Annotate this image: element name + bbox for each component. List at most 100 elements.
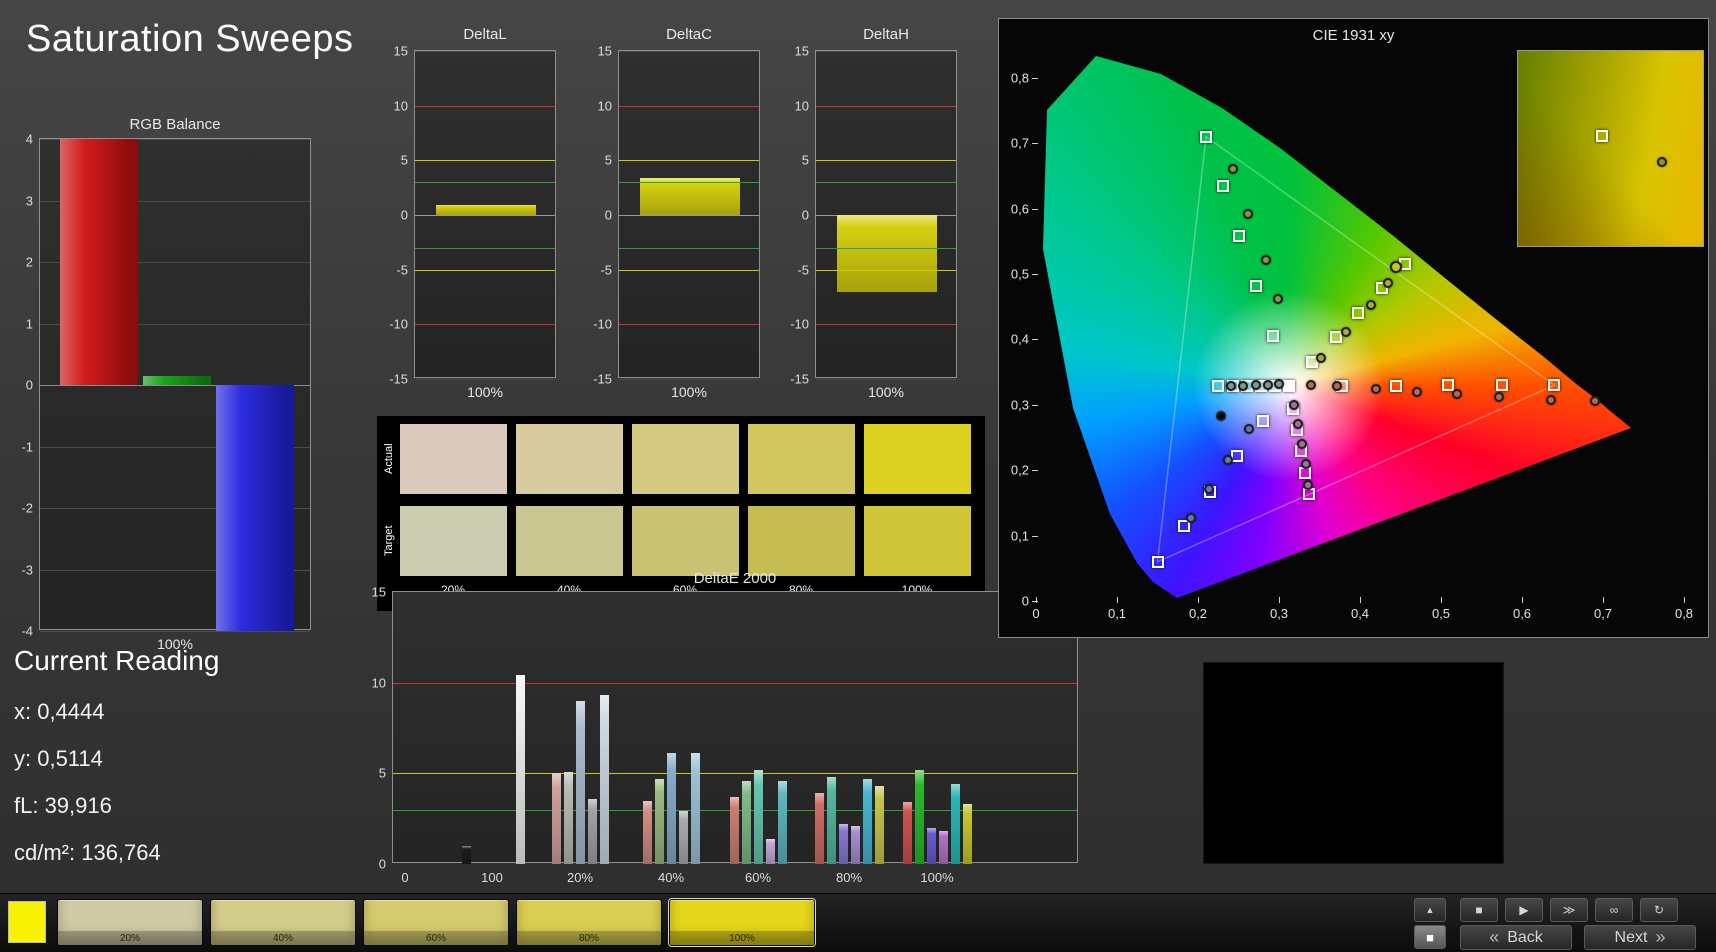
patch-button-40%[interactable]: 40%	[210, 899, 356, 946]
color-swatch	[864, 424, 971, 494]
target-marker	[1212, 380, 1224, 392]
y-tick-label: 15	[394, 45, 408, 58]
delta-e-bar	[730, 797, 739, 864]
target-marker	[1330, 331, 1342, 343]
chart-title: DeltaH	[815, 26, 957, 43]
x-axis-label: 100%	[618, 384, 760, 400]
pattern-window-button[interactable]: ■	[1414, 925, 1446, 949]
current-measurement-marker	[1390, 261, 1402, 273]
reading-fl-value: fL: 39,916	[14, 793, 219, 819]
chart-title: DeltaC	[618, 26, 760, 43]
patch-button-100%[interactable]: 100%	[669, 899, 815, 946]
y-tick-label: 5	[379, 767, 386, 780]
reading-x-value: x: 0,4444	[14, 699, 219, 725]
patch-button-60%[interactable]: 60%	[363, 899, 509, 946]
ref-line	[816, 248, 956, 249]
delta-e-plot: 051015010020%40%60%80%100%	[392, 591, 1078, 863]
y-tick-label: 0	[802, 209, 809, 222]
x-tick-label: 0	[401, 871, 408, 884]
gridline	[415, 379, 555, 380]
delta-e-bar	[915, 770, 924, 864]
scroll-up-button[interactable]: ▲	[1414, 898, 1446, 922]
next-button[interactable]: Next »	[1584, 925, 1696, 950]
gridline	[816, 379, 956, 380]
inset-measurement-marker	[1657, 157, 1667, 167]
y-tick-label: 15	[598, 45, 612, 58]
app-root: Saturation Sweeps RGB Balance 43210-1-2-…	[0, 0, 1716, 952]
color-swatch	[400, 506, 507, 576]
x-tick-label: 0	[1032, 607, 1039, 620]
delta-e-bar	[552, 773, 561, 864]
delta-e-bar	[588, 799, 597, 864]
ref-line	[816, 106, 956, 107]
rgb-bar-green	[143, 376, 211, 385]
ref-line	[619, 106, 759, 107]
color-swatch	[748, 506, 855, 576]
pattern-preview-panel	[1203, 662, 1504, 864]
color-swatch	[400, 424, 507, 494]
x-tick-label: 0,7	[1594, 607, 1612, 620]
delta-e-bar	[516, 675, 525, 864]
x-tick-label: 80%	[836, 871, 862, 884]
delta-c-plot: 151050-5-10-15	[618, 50, 760, 378]
back-button[interactable]: « Back	[1460, 925, 1572, 950]
measurement-marker	[1301, 459, 1311, 469]
y-tick-label: 1	[26, 317, 33, 330]
patch-label: 80%	[517, 931, 661, 945]
x-tick-mark	[1279, 597, 1280, 603]
patch-label: 100%	[670, 931, 814, 945]
measurement-marker	[1303, 480, 1313, 490]
measurement-marker	[1261, 255, 1271, 265]
current-reading-title: Current Reading	[14, 645, 219, 677]
transport-skip-button[interactable]: ≫	[1550, 898, 1588, 922]
patch-button-80%[interactable]: 80%	[516, 899, 662, 946]
delta-e-bar	[600, 695, 609, 864]
x-tick-mark	[1684, 597, 1685, 603]
y-tick-label: 0	[605, 209, 612, 222]
y-tick-label: 0,4	[1011, 333, 1029, 346]
y-tick-label: 3	[26, 194, 33, 207]
transport-refresh-button[interactable]: ↻	[1640, 898, 1678, 922]
x-tick-label: 0,2	[1189, 607, 1207, 620]
next-chevron-icon: »	[1655, 927, 1665, 948]
ref-line	[415, 270, 555, 271]
x-tick-label: 100	[481, 871, 503, 884]
x-tick-mark	[1441, 597, 1442, 603]
patch-label: 20%	[58, 931, 202, 945]
y-tick-label: -15	[593, 373, 612, 386]
transport-loop-button[interactable]: ∞	[1595, 898, 1633, 922]
x-tick-label: 0,4	[1351, 607, 1369, 620]
y-tick-label: 5	[401, 154, 408, 167]
target-marker	[1303, 488, 1315, 500]
delta-e-bar	[951, 784, 960, 864]
delta-l-plot: 151050-5-10-15	[414, 50, 556, 378]
target-marker	[1442, 379, 1454, 391]
y-tick-label: 10	[598, 99, 612, 112]
delta-e-bar	[462, 846, 471, 864]
x-tick-mark	[1360, 597, 1361, 603]
y-tick-label: -10	[790, 318, 809, 331]
ref-line	[415, 160, 555, 161]
delta-e-bar	[839, 824, 848, 864]
y-tick-label: 0,1	[1011, 529, 1029, 542]
active-patch-swatch	[8, 901, 46, 943]
delta-e-bar	[643, 801, 652, 864]
delta-e-bar	[564, 772, 573, 864]
y-tick-label: 0	[26, 379, 33, 392]
transport-play-button[interactable]: ▶	[1505, 898, 1543, 922]
measurement-marker	[1366, 300, 1376, 310]
transport-stop-button[interactable]: ■	[1460, 898, 1498, 922]
target-marker	[1267, 330, 1279, 342]
delta-h-plot: 151050-5-10-15	[815, 50, 957, 378]
y-tick-label: 2	[26, 256, 33, 269]
y-tick-mark	[1032, 78, 1038, 79]
y-tick-label: 0,6	[1011, 202, 1029, 215]
target-marker	[1233, 230, 1245, 242]
delta-e-bar	[851, 826, 860, 864]
target-marker	[1217, 180, 1229, 192]
color-swatch	[748, 424, 855, 494]
y-tick-label: 0	[379, 858, 386, 871]
patch-button-20%[interactable]: 20%	[57, 899, 203, 946]
y-tick-label: 5	[605, 154, 612, 167]
gridline	[415, 215, 555, 216]
